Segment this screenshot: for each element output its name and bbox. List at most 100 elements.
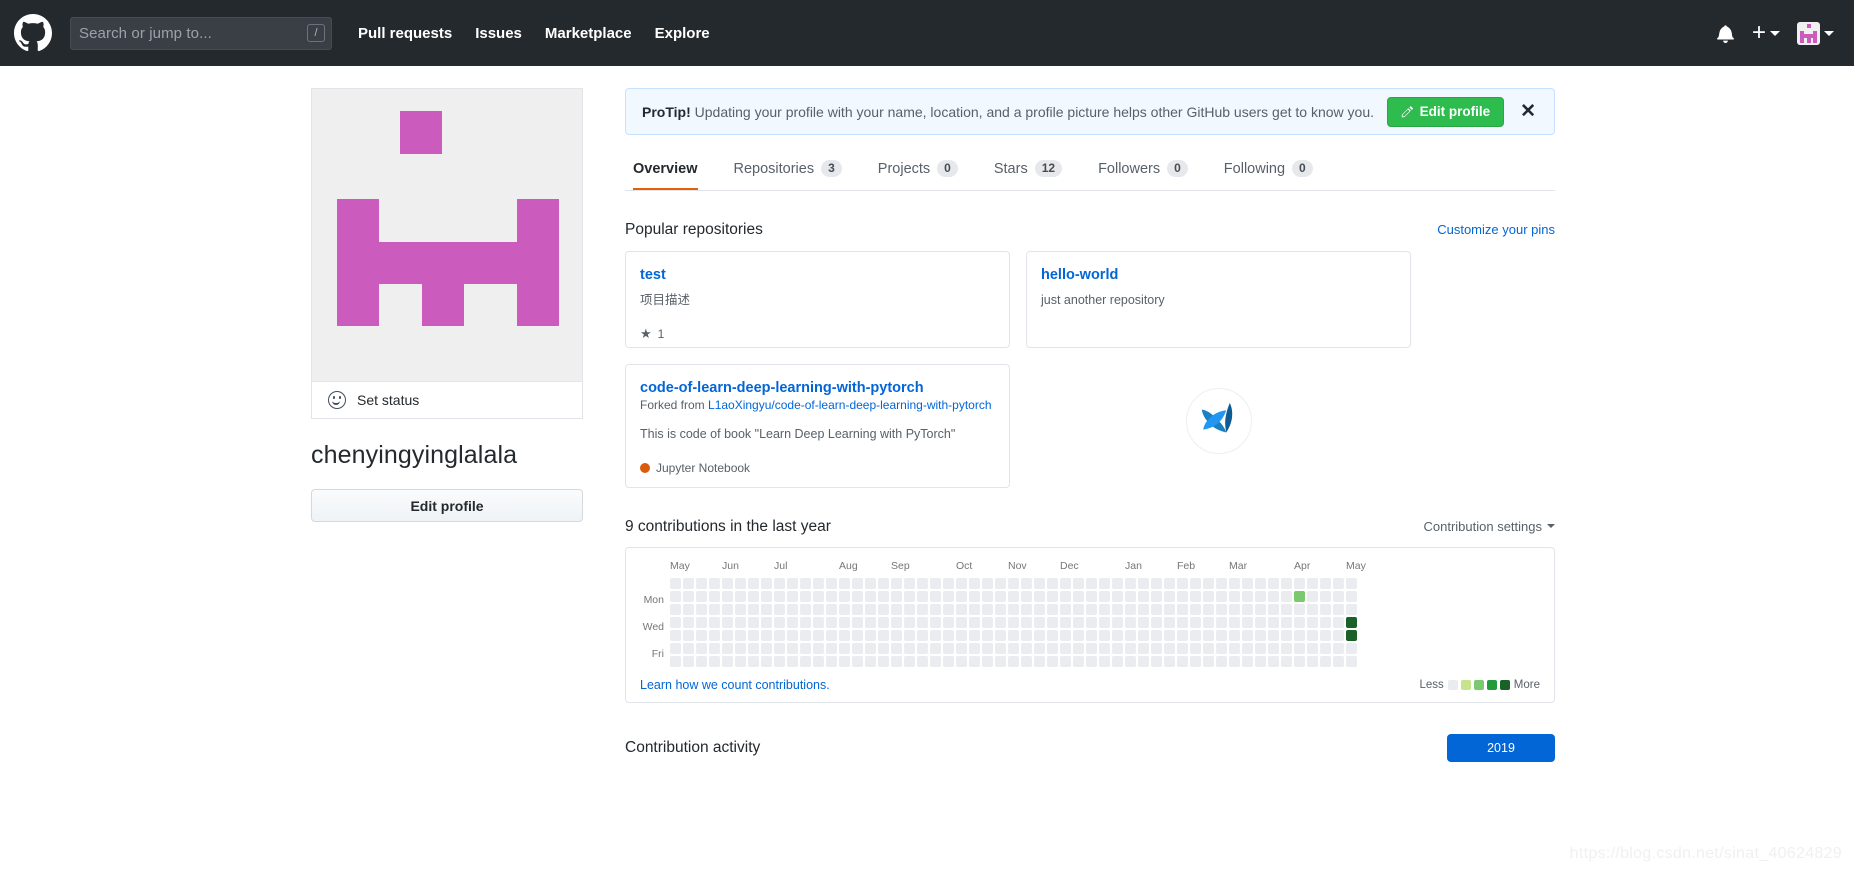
contribution-cell[interactable] — [735, 616, 746, 628]
contribution-cell[interactable] — [852, 590, 863, 602]
contribution-cell[interactable] — [1151, 577, 1162, 589]
contribution-cell[interactable] — [1138, 655, 1149, 667]
contribution-cell[interactable] — [969, 655, 980, 667]
contribution-cell[interactable] — [1008, 642, 1019, 654]
contribution-cell[interactable] — [1268, 629, 1279, 641]
contribution-cell[interactable] — [1177, 616, 1188, 628]
contribution-cell[interactable] — [1294, 655, 1305, 667]
contribution-cell[interactable] — [1255, 590, 1266, 602]
contribution-cell[interactable] — [891, 616, 902, 628]
contribution-cell[interactable] — [1073, 629, 1084, 641]
contribution-cell[interactable] — [1073, 603, 1084, 615]
contribution-cell[interactable] — [1177, 655, 1188, 667]
contribution-cell[interactable] — [1151, 616, 1162, 628]
repo-name-link[interactable]: hello-world — [1041, 267, 1118, 283]
repo-card-hello-world[interactable]: hello-world just another repository — [1026, 251, 1411, 348]
contribution-cell[interactable] — [839, 603, 850, 615]
edit-profile-button[interactable]: Edit profile — [311, 489, 583, 522]
contribution-cell[interactable] — [748, 616, 759, 628]
contribution-cell[interactable] — [1307, 603, 1318, 615]
contribution-cell[interactable] — [891, 577, 902, 589]
contribution-cell[interactable] — [1255, 577, 1266, 589]
contribution-cell[interactable] — [1112, 629, 1123, 641]
repo-name-link[interactable]: code-of-learn-deep-learning-with-pytorch — [640, 380, 924, 396]
contribution-cell[interactable] — [1177, 642, 1188, 654]
contribution-cell[interactable] — [1229, 655, 1240, 667]
contribution-cell[interactable] — [1034, 616, 1045, 628]
contribution-cell[interactable] — [956, 577, 967, 589]
contribution-cell[interactable] — [1294, 616, 1305, 628]
contribution-cell[interactable] — [930, 616, 941, 628]
contribution-cell[interactable] — [1255, 616, 1266, 628]
contribution-cell[interactable] — [917, 616, 928, 628]
contribution-cell[interactable] — [735, 629, 746, 641]
contribution-cell[interactable] — [865, 642, 876, 654]
contribution-cell[interactable] — [1294, 603, 1305, 615]
contribution-cell[interactable] — [1242, 642, 1253, 654]
contribution-cell[interactable] — [995, 577, 1006, 589]
forked-source-link[interactable]: L1aoXingyu/code-of-learn-deep-learning-w… — [708, 398, 992, 412]
contribution-cell[interactable] — [696, 655, 707, 667]
contribution-cell[interactable] — [1333, 616, 1344, 628]
contribution-cell[interactable] — [891, 629, 902, 641]
contribution-cell[interactable] — [995, 629, 1006, 641]
contribution-cell[interactable] — [956, 655, 967, 667]
contribution-cell[interactable] — [787, 603, 798, 615]
repo-card-code-of-learn-deep-learning-with-pytorch[interactable]: code-of-learn-deep-learning-with-pytorch… — [625, 364, 1010, 488]
contribution-cell[interactable] — [865, 590, 876, 602]
contribution-cell[interactable] — [1255, 603, 1266, 615]
contribution-cell[interactable] — [1047, 577, 1058, 589]
contribution-cell[interactable] — [1099, 655, 1110, 667]
contribution-cell[interactable] — [722, 629, 733, 641]
contribution-cell[interactable] — [917, 577, 928, 589]
contribution-cell[interactable] — [930, 629, 941, 641]
contribution-cell[interactable] — [1320, 590, 1331, 602]
contribution-cell[interactable] — [1125, 655, 1136, 667]
account-menu-button[interactable] — [1797, 21, 1834, 45]
contribution-cell[interactable] — [1229, 629, 1240, 641]
contribution-cell[interactable] — [878, 603, 889, 615]
github-mark-icon[interactable] — [14, 14, 52, 52]
contribution-cell[interactable] — [904, 629, 915, 641]
contribution-cell[interactable] — [1294, 629, 1305, 641]
contribution-cell[interactable] — [722, 642, 733, 654]
contribution-cell[interactable] — [1281, 603, 1292, 615]
contribution-cell[interactable] — [1112, 577, 1123, 589]
contribution-cell[interactable] — [1268, 642, 1279, 654]
contribution-cell[interactable] — [969, 616, 980, 628]
contribution-cell[interactable] — [917, 590, 928, 602]
contribution-cell[interactable] — [748, 629, 759, 641]
contribution-cell[interactable] — [670, 616, 681, 628]
contribution-cell[interactable] — [930, 590, 941, 602]
contribution-cell[interactable] — [1307, 655, 1318, 667]
contribution-cell[interactable] — [683, 642, 694, 654]
contribution-cell[interactable] — [1047, 642, 1058, 654]
contribution-cell[interactable] — [995, 616, 1006, 628]
contribution-cell[interactable] — [1164, 577, 1175, 589]
contribution-cell[interactable] — [1333, 577, 1344, 589]
contribution-cell[interactable] — [670, 629, 681, 641]
contribution-cell[interactable] — [1086, 629, 1097, 641]
contribution-cell[interactable] — [787, 577, 798, 589]
contribution-cell[interactable] — [878, 616, 889, 628]
contribution-cell[interactable] — [774, 603, 785, 615]
contribution-cell[interactable] — [722, 616, 733, 628]
contribution-cell[interactable] — [683, 616, 694, 628]
contribution-cell[interactable] — [904, 603, 915, 615]
contribution-cell[interactable] — [1229, 603, 1240, 615]
tab-overview[interactable]: Overview — [633, 161, 698, 190]
contribution-cell[interactable] — [800, 629, 811, 641]
contribution-cell[interactable] — [917, 603, 928, 615]
contribution-cell[interactable] — [969, 629, 980, 641]
contribution-cell[interactable] — [1255, 629, 1266, 641]
nav-item-marketplace[interactable]: Marketplace — [545, 25, 632, 42]
contribution-cell[interactable] — [1164, 629, 1175, 641]
protip-edit-profile-button[interactable]: Edit profile — [1386, 96, 1505, 127]
contribution-cell[interactable] — [1203, 616, 1214, 628]
contribution-cell[interactable] — [917, 655, 928, 667]
contribution-cell[interactable] — [1242, 655, 1253, 667]
contribution-cell[interactable] — [1216, 616, 1227, 628]
contribution-cell[interactable] — [1086, 577, 1097, 589]
contribution-cell[interactable] — [722, 577, 733, 589]
contribution-cell[interactable] — [1099, 616, 1110, 628]
